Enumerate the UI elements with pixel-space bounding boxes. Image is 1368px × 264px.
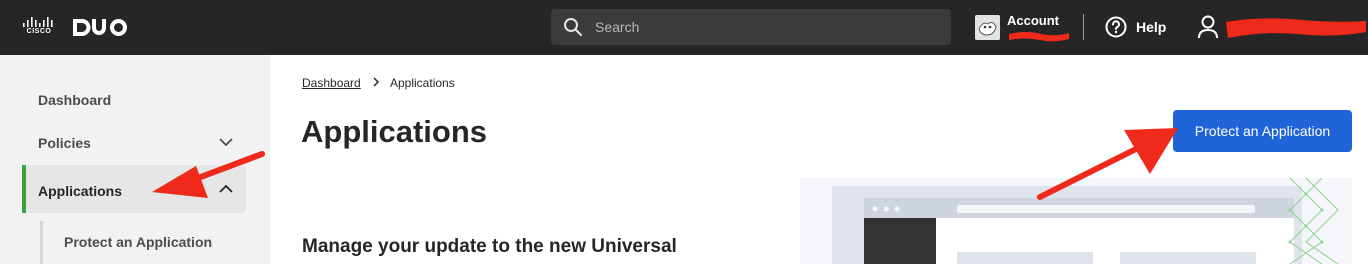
redaction-scribble: [1009, 32, 1069, 42]
applications-illustration: [800, 178, 1352, 264]
redaction-scribble: [1226, 18, 1366, 38]
active-indicator: [22, 165, 26, 213]
sidebar-item-policies[interactable]: Policies: [38, 135, 91, 151]
top-bar: CISCO Search Account Help: [0, 0, 1368, 55]
section-heading: Manage your update to the new Universal: [302, 236, 677, 257]
user-icon: [1198, 15, 1218, 39]
help-label: Help: [1136, 19, 1167, 35]
account-label: Account: [1007, 13, 1059, 28]
chevron-down-icon[interactable]: [218, 136, 234, 148]
sidebar: Dashboard Policies Applications Protect …: [0, 55, 270, 264]
search-icon: [564, 18, 582, 36]
account-logo-icon: [975, 15, 1000, 40]
sidebar-subitem-protect-application[interactable]: Protect an Application: [64, 234, 212, 250]
topbar-divider: [1083, 14, 1084, 40]
cisco-wordmark: CISCO: [26, 28, 52, 35]
subnav-line: [40, 221, 43, 264]
breadcrumb-dashboard-link[interactable]: Dashboard: [302, 76, 361, 90]
cisco-logo[interactable]: CISCO: [22, 16, 56, 38]
breadcrumb-current: Applications: [390, 76, 455, 90]
sidebar-item-applications[interactable]: Applications: [38, 183, 122, 199]
page-title: Applications: [301, 114, 488, 149]
duo-logo[interactable]: [73, 19, 127, 36]
chevron-up-icon[interactable]: [218, 183, 234, 195]
account-avatar: [975, 15, 1000, 40]
chevron-right-icon: [373, 77, 380, 87]
sidebar-item-dashboard[interactable]: Dashboard: [38, 92, 111, 108]
search-input[interactable]: Search: [551, 9, 951, 45]
search-placeholder: Search: [595, 19, 640, 35]
protect-application-button[interactable]: Protect an Application: [1173, 110, 1352, 152]
help-icon: [1105, 16, 1127, 38]
